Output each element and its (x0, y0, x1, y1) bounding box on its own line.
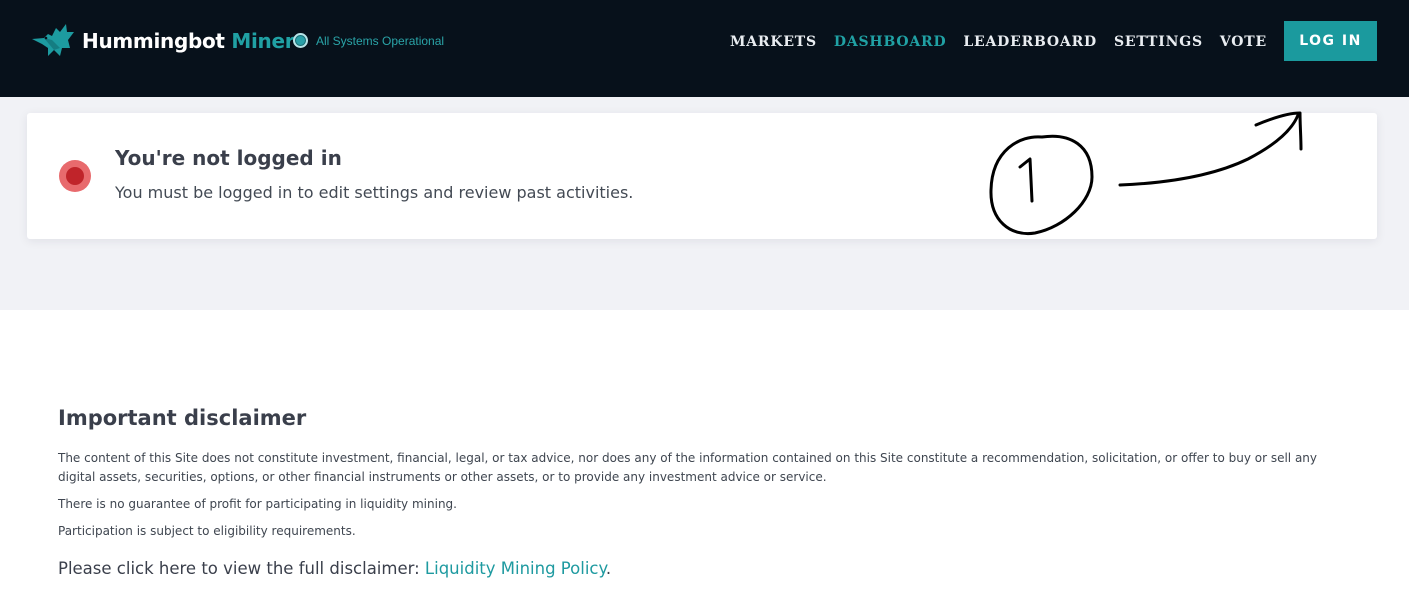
nav-markets[interactable]: MARKETS (730, 34, 817, 50)
top-header: Hummingbot Miner All Systems Operational… (0, 0, 1409, 97)
alert-title: You're not logged in (115, 146, 342, 170)
disclaimer-paragraph: Participation is subject to eligibility … (58, 524, 356, 538)
disclaimer-link-line: Please click here to view the full discl… (58, 559, 611, 578)
brand-main: Hummingbot (82, 29, 225, 53)
system-status[interactable]: All Systems Operational (293, 33, 444, 48)
disclaimer-paragraph: The content of this Site does not consti… (58, 451, 1318, 484)
alert-dot-icon (59, 160, 91, 192)
nav-vote[interactable]: VOTE (1220, 34, 1267, 50)
status-text: All Systems Operational (316, 33, 445, 48)
nav-settings[interactable]: SETTINGS (1114, 34, 1203, 50)
liquidity-mining-policy-link[interactable]: Liquidity Mining Policy (425, 559, 606, 578)
status-dot-icon (293, 33, 308, 48)
main-nav: MARKETS DASHBOARD LEADERBOARD SETTINGS V… (713, 34, 1267, 50)
alert-message: You must be logged in to edit settings a… (115, 183, 634, 202)
disclaimer-paragraph: There is no guarantee of profit for part… (58, 497, 457, 511)
disclaimer-title: Important disclaimer (58, 406, 307, 430)
login-button[interactable]: LOG IN (1284, 21, 1377, 61)
alert-card (27, 113, 1377, 239)
brand-accent: Miner (231, 29, 295, 53)
disclaimer-link-suffix: . (605, 559, 612, 578)
brand-name[interactable]: Hummingbot Miner (82, 29, 295, 53)
nav-dashboard[interactable]: DASHBOARD (834, 34, 946, 50)
disclaimer-link-prefix: Please click here to view the full discl… (58, 559, 425, 578)
nav-leaderboard[interactable]: LEADERBOARD (963, 34, 1097, 50)
hummingbird-logo-icon[interactable] (30, 22, 76, 60)
